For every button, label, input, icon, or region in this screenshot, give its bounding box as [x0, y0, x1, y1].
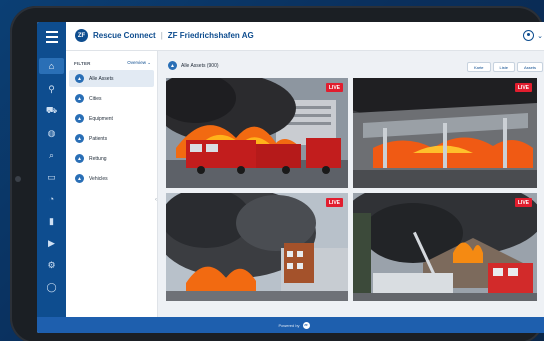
filter-item-label: Equipment	[89, 115, 113, 122]
video-grid: LIVE LIVE LIVE LIVE	[166, 78, 544, 316]
breadcrumb: ▲ Alle Assets (900)	[168, 61, 219, 70]
asset-icon: ▲	[75, 114, 84, 123]
filter-item-label: Patients	[89, 135, 108, 142]
app-name: Rescue Connect	[93, 31, 156, 40]
video-feed-image	[353, 193, 537, 301]
filter-panel: FILTER Overview ⌄ ▲ Alle Assets ▲ Cities…	[66, 51, 158, 317]
filter-item-equipment[interactable]: ▲ Equipment	[69, 110, 154, 127]
filter-panel-title: FILTER	[74, 60, 91, 66]
user-icon[interactable]	[523, 30, 535, 41]
asset-icon: ▲	[168, 61, 177, 70]
filter-item-label: Alle Assets	[89, 75, 114, 82]
chart-icon[interactable]: ▮	[42, 214, 62, 228]
asset-icon: ▲	[75, 154, 84, 163]
settings-icon[interactable]: ⚙	[42, 258, 62, 272]
filter-panel-header: FILTER Overview ⌄	[66, 51, 157, 70]
app-screen: ZF Rescue Connect | ZF Friedrichshafen A…	[37, 22, 544, 333]
zf-logo: ZF	[75, 29, 88, 42]
gauge-icon[interactable]: ◔	[42, 192, 62, 206]
route-icon[interactable]: ⚲	[42, 82, 62, 96]
video-feed-image	[166, 78, 348, 188]
search-icon[interactable]: ⌕	[42, 148, 62, 162]
live-badge: LIVE	[514, 198, 532, 207]
footer-zf-logo: ZF	[302, 321, 310, 329]
collapse-panel-icon[interactable]: ‹	[155, 197, 161, 207]
hamburger-menu-icon[interactable]	[37, 22, 66, 51]
footer-text: Powered by	[278, 322, 300, 328]
breadcrumb-text: Alle Assets (900)	[181, 62, 219, 69]
video-tile[interactable]: LIVE	[353, 78, 537, 188]
globe-icon[interactable]: ◍	[42, 126, 62, 140]
view-toggle-group: Karte Liste Assets	[466, 62, 543, 72]
top-bar: ZF Rescue Connect | ZF Friedrichshafen A…	[37, 22, 544, 51]
filter-item-alle-assets[interactable]: ▲ Alle Assets	[69, 70, 154, 87]
filter-item-cities[interactable]: ▲ Cities	[69, 90, 154, 107]
home-icon[interactable]: ⌂	[39, 58, 64, 74]
organization-name: ZF Friedrichshafen AG	[167, 31, 254, 40]
view-button-assets[interactable]: Assets	[516, 62, 543, 72]
video-tile[interactable]: LIVE	[166, 78, 348, 188]
chevron-down-icon[interactable]: ⌄	[537, 32, 543, 40]
vehicle-icon[interactable]: ⛟	[42, 104, 62, 118]
live-badge: LIVE	[514, 83, 532, 92]
asset-icon: ▲	[75, 74, 84, 83]
monitor-icon[interactable]: ▭	[42, 170, 62, 184]
view-button-liste[interactable]: Liste	[492, 62, 515, 72]
filter-item-rettung[interactable]: ▲ Rettung	[69, 150, 154, 167]
brand-separator: |	[160, 31, 163, 40]
filter-item-label: Vehicles	[89, 175, 108, 182]
asset-icon: ▲	[75, 174, 84, 183]
filter-dropdown[interactable]: Overview ⌄	[127, 60, 151, 66]
nav-rail: ⌂ ⚲ ⛟ ◍ ⌕ ▭ ◔ ▮ ▶ ⚙ ◯	[37, 51, 66, 317]
main-content: ▲ Alle Assets (900) Karte Liste Assets L…	[162, 51, 544, 317]
filter-item-label: Rettung	[89, 155, 107, 162]
filter-item-label: Cities	[89, 95, 102, 102]
video-icon[interactable]: ▶	[42, 236, 62, 250]
tablet-frame: ZF Rescue Connect | ZF Friedrichshafen A…	[10, 6, 544, 341]
video-feed-image	[166, 193, 348, 301]
brand: ZF Rescue Connect | ZF Friedrichshafen A…	[75, 29, 254, 42]
video-tile[interactable]: LIVE	[166, 193, 348, 301]
asset-icon: ▲	[75, 94, 84, 103]
filter-list: ▲ Alle Assets ▲ Cities ▲ Equipment ▲ Pat…	[66, 70, 157, 187]
live-badge: LIVE	[325, 198, 343, 207]
live-badge: LIVE	[325, 83, 343, 92]
view-button-karte[interactable]: Karte	[466, 62, 491, 72]
video-feed-image	[353, 78, 537, 188]
filter-item-patients[interactable]: ▲ Patients	[69, 130, 154, 147]
help-icon[interactable]: ◯	[42, 280, 62, 294]
asset-icon: ▲	[75, 134, 84, 143]
filter-item-vehicles[interactable]: ▲ Vehicles	[69, 170, 154, 187]
user-menu[interactable]: ⌄	[523, 30, 543, 41]
footer: Powered by ZF	[37, 317, 544, 333]
video-tile[interactable]: LIVE	[353, 193, 537, 301]
filter-dropdown-label: Overview	[127, 60, 146, 65]
camera-dot	[15, 176, 21, 182]
